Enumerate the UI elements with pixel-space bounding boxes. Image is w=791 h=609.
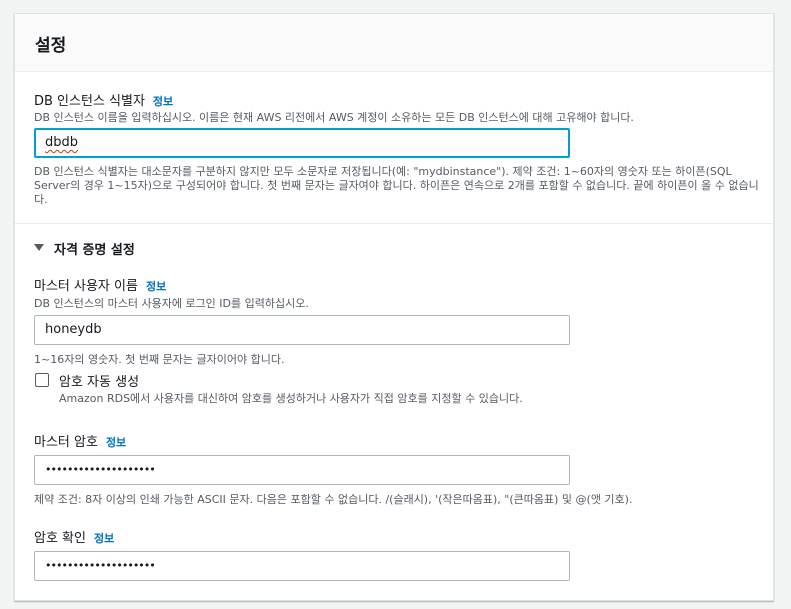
db-identifier-value: dbdb xyxy=(45,135,79,150)
confirm-password-info-link[interactable]: 정보 xyxy=(94,532,114,545)
db-identifier-description: DB 인스턴스 이름을 입력하십시오. 이름은 현재 AWS 리전에서 AWS … xyxy=(34,111,634,124)
confirm-password-label-row: 암호 확인 정보 xyxy=(34,527,114,546)
credentials-section-title: 자격 증명 설정 xyxy=(54,243,135,258)
master-username-label-row: 마스터 사용자 이름 정보 xyxy=(34,275,166,294)
master-password-label: 마스터 암호 xyxy=(34,435,98,450)
master-username-info-link[interactable]: 정보 xyxy=(146,280,166,293)
settings-panel: 설정 DB 인스턴스 식별자 정보 DB 인스턴스 이름을 입력하십시오. 이름은… xyxy=(14,13,774,601)
auto-generate-password-description: Amazon RDS에서 사용자를 대신하여 암호를 생성하거나 사용자가 직접… xyxy=(59,392,523,405)
master-username-constraints: 1~16자의 영숫자. 첫 번째 문자는 글자이어야 합니다. xyxy=(34,353,285,366)
master-username-input[interactable]: honeydb xyxy=(34,315,570,345)
db-identifier-label-row: DB 인스턴스 식별자 정보 xyxy=(34,90,173,109)
master-password-input[interactable]: •••••••••••••••••••• xyxy=(34,455,570,485)
db-identifier-input[interactable]: dbdb xyxy=(34,128,570,158)
panel-title: 설정 xyxy=(35,36,67,56)
master-password-label-row: 마스터 암호 정보 xyxy=(34,431,126,450)
auto-generate-password-label[interactable]: 암호 자동 생성 xyxy=(59,371,139,390)
db-identifier-info-link[interactable]: 정보 xyxy=(153,95,173,108)
master-username-description: DB 인스턴스의 마스터 사용자에 로그인 ID를 입력하십시오. xyxy=(34,297,309,310)
master-password-info-link[interactable]: 정보 xyxy=(106,436,126,449)
panel-header: 설정 xyxy=(15,14,773,72)
db-identifier-label: DB 인스턴스 식별자 xyxy=(34,94,145,109)
confirm-password-label: 암호 확인 xyxy=(34,531,86,546)
confirm-password-input[interactable]: •••••••••••••••••••• xyxy=(34,551,570,581)
db-identifier-constraints: DB 인스턴스 식별자는 대소문자를 구분하지 않지만 모두 소문자로 저장됩니… xyxy=(34,165,759,206)
auto-generate-password-checkbox[interactable] xyxy=(35,373,49,387)
section-divider xyxy=(15,223,773,224)
master-password-constraints: 제약 조건: 8자 이상의 인쇄 가능한 ASCII 문자. 다음은 포함할 수… xyxy=(34,493,633,506)
caret-down-icon xyxy=(34,244,44,251)
master-username-label: 마스터 사용자 이름 xyxy=(34,279,138,294)
